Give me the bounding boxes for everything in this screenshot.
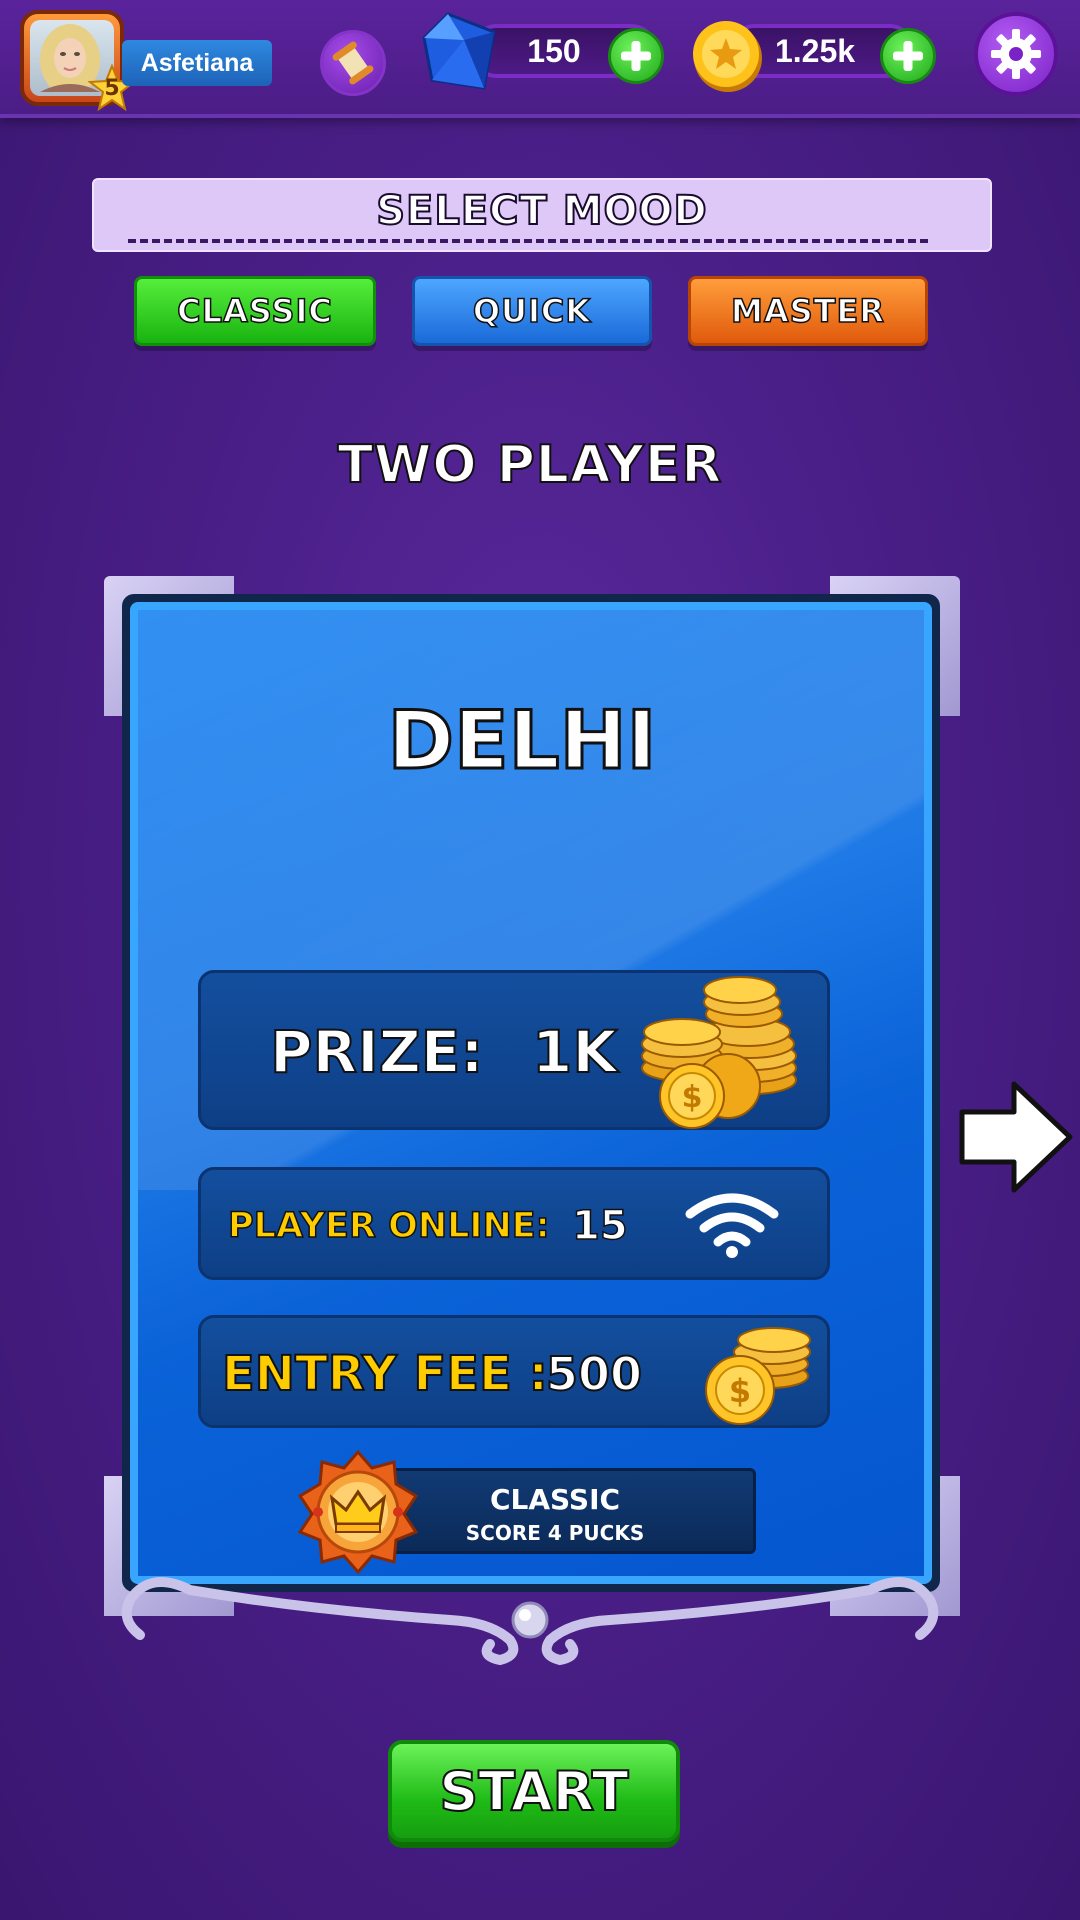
gear-icon — [991, 29, 1041, 79]
add-coins-button[interactable] — [880, 28, 936, 84]
coin-pile-icon: $ — [705, 1327, 811, 1425]
mood-divider — [128, 239, 928, 243]
scroll-icon — [332, 41, 374, 85]
entry-fee-value: 500 — [545, 1346, 643, 1402]
game-rule-subtitle: SCORE 4 PUCKS — [465, 1521, 645, 1545]
mode-classic-button[interactable]: CLASSIC — [134, 276, 376, 346]
select-mood-title: SELECT MOOD — [375, 187, 708, 235]
scroll-button[interactable] — [320, 30, 386, 96]
username-label: Asfetiana — [122, 40, 272, 86]
city-title: DELHI — [386, 692, 658, 788]
card-ornament — [121, 1577, 939, 1666]
players-online-label: PLAYER ONLINE: — [227, 1205, 550, 1247]
wifi-icon — [685, 1193, 779, 1258]
gem-icon — [422, 12, 496, 90]
prize-value: 1K — [531, 1017, 618, 1087]
crown-badge-icon — [297, 1450, 419, 1574]
entry-fee-label: ENTRY FEE : — [221, 1345, 549, 1403]
players-online-value: 15 — [571, 1202, 628, 1250]
coin-icon — [693, 21, 762, 92]
coin-count: 1.25k — [774, 32, 856, 69]
gem-count: 150 — [527, 32, 581, 69]
svg-text:$: $ — [682, 1080, 703, 1115]
start-button[interactable]: START — [388, 1740, 680, 1842]
prize-label: PRIZE: — [269, 1017, 485, 1087]
svg-text:$: $ — [729, 1372, 751, 1410]
settings-button[interactable] — [974, 12, 1058, 96]
mode-heading: TWO PLAYER — [337, 434, 723, 496]
add-gems-button[interactable] — [608, 28, 664, 84]
arrow-right-icon[interactable] — [958, 1080, 1074, 1194]
mode-master-button[interactable]: MASTER — [688, 276, 928, 346]
mode-quick-button[interactable]: QUICK — [412, 276, 652, 346]
coin-stack-icon: $ — [641, 976, 797, 1129]
game-rule-title: CLASSIC — [489, 1482, 621, 1516]
